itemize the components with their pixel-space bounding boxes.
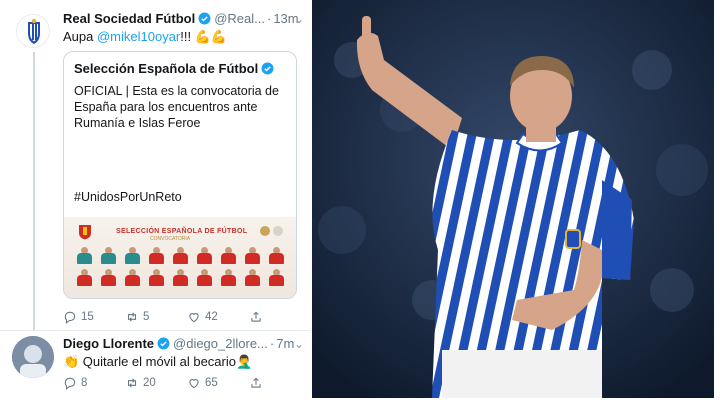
player-figure [268, 247, 285, 266]
tweet1-handle[interactable]: @Real... [214, 11, 265, 26]
quote-body: OFICIAL | Esta es la convocatoria de Esp… [74, 84, 279, 130]
tweet2-header: Diego Llorente @diego_2llore... · 7m [63, 336, 294, 351]
player-figure [196, 247, 213, 266]
retweet-icon [127, 312, 137, 322]
player-figure [124, 247, 141, 266]
quoted-tweet-card[interactable]: Selección Española de Fútbol OFICIAL | E… [63, 51, 297, 299]
player-figure [76, 247, 93, 266]
reply-button[interactable]: 8 [63, 376, 87, 390]
player-photo-illustration [312, 0, 714, 398]
share-button[interactable] [249, 376, 267, 390]
reply-icon [64, 377, 76, 390]
tweet1-text-suffix: !!! 💪💪 [180, 29, 228, 44]
verified-badge-icon [157, 337, 170, 350]
player-figure [172, 269, 189, 288]
player-figure [220, 269, 237, 288]
like-button[interactable]: 42 [187, 310, 218, 324]
squad-image-subtitle: CONVOCATORIA [150, 236, 191, 242]
reply-icon [64, 311, 76, 324]
verified-badge-icon [261, 62, 274, 75]
squad-announcement-image[interactable]: SELECCIÓN ESPAÑOLA DE FÚTBOL CONVOCATORI… [64, 217, 296, 298]
quote-header: Selección Española de Fútbol [74, 61, 274, 76]
like-button[interactable]: 65 [187, 376, 218, 390]
squad-image-title: SELECCIÓN ESPAÑOLA DE FÚTBOL [116, 228, 248, 235]
share-button[interactable] [249, 310, 267, 324]
chevron-down-icon[interactable]: ⌄ [294, 12, 304, 26]
tweet-divider [0, 330, 310, 331]
diego-llorente-avatar[interactable] [12, 336, 54, 378]
tweet1-text-prefix: Aupa [63, 29, 97, 44]
thread-line [33, 52, 35, 330]
player-figure [124, 269, 141, 288]
tweet1-author[interactable]: Real Sociedad Fútbol [63, 11, 195, 26]
real-sociedad-avatar[interactable] [16, 14, 50, 48]
separator-dot: · [269, 336, 275, 351]
player-figure [244, 247, 261, 266]
player-celebration-photo [312, 0, 714, 398]
heart-icon [189, 313, 199, 323]
retweet-button[interactable]: 20 [125, 376, 156, 390]
retweet-button[interactable]: 5 [125, 310, 149, 324]
quote-hashtag: #UnidosPorUnReto [74, 190, 182, 204]
separator-dot: · [266, 11, 272, 26]
tweet2-handle[interactable]: @diego_2llore... [173, 336, 268, 351]
heart-icon [189, 379, 199, 389]
player-figure [220, 247, 237, 266]
share-icon [251, 377, 261, 388]
twitter-panel: Real Sociedad Fútbol @Real... · 13m ⌄ Au… [0, 0, 310, 404]
retweet-icon [127, 378, 137, 388]
player-figure [100, 269, 117, 288]
player-figure [268, 269, 285, 288]
retweet-count: 20 [143, 377, 156, 389]
reply-count: 8 [81, 377, 88, 389]
chevron-down-icon[interactable]: ⌄ [294, 337, 304, 351]
tweet1-header: Real Sociedad Fútbol @Real... · 13m [63, 11, 299, 26]
sponsor-logos-icon [260, 226, 283, 236]
player-figure [148, 247, 165, 266]
federation-crest-icon [79, 225, 91, 240]
tweet1-text: Aupa @mikel10oyar!!! 💪💪 [63, 29, 227, 45]
player-figure [100, 247, 117, 266]
player-figure [244, 269, 261, 288]
like-count: 42 [205, 311, 218, 323]
player-figure [196, 269, 213, 288]
player-figure [76, 269, 93, 288]
tweet2-author[interactable]: Diego Llorente [63, 336, 154, 351]
quote-author: Selección Española de Fútbol [74, 61, 259, 76]
like-count: 65 [205, 377, 218, 389]
reply-count: 15 [81, 311, 94, 323]
tweet1-actions: 15 5 42 [63, 310, 273, 326]
tweet2-actions: 8 20 65 [63, 376, 273, 392]
player-figure [148, 269, 165, 288]
tweet2-time[interactable]: 7m [276, 336, 294, 351]
verified-badge-icon [198, 12, 211, 25]
reply-button[interactable]: 15 [63, 310, 94, 324]
tweet2-text: 👏 Quitarle el móvil al becario🤦‍♂️ [63, 354, 253, 369]
player-figure [172, 247, 189, 266]
tweet1-mention[interactable]: @mikel10oyar [97, 29, 180, 44]
share-icon [251, 311, 261, 322]
retweet-count: 5 [143, 311, 150, 323]
